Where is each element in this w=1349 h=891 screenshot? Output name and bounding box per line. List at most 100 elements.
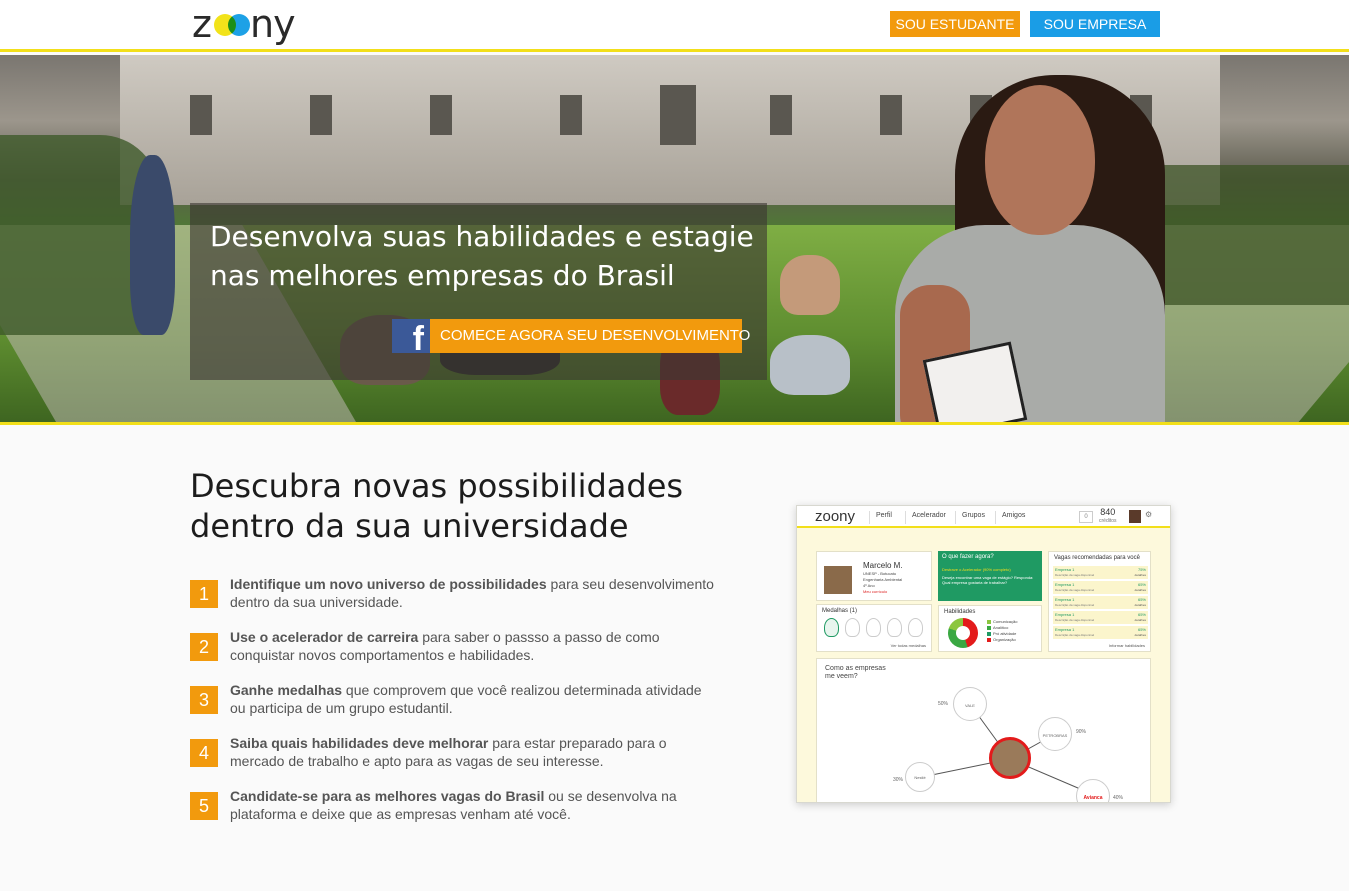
logo-blue-circle [228, 14, 250, 36]
legend-item: Organização [987, 637, 1017, 643]
step-text: Saiba quais habilidades deve melhorar pa… [230, 734, 720, 770]
vaga-detail: detalhes [1134, 633, 1146, 637]
company-brand: Nestlé [914, 775, 926, 780]
action-title: O que fazer agora? [942, 554, 994, 560]
vaga-desc: Descrição da vaga disponível [1055, 573, 1095, 577]
step-item: 2 Use o acelerador de carreira para sabe… [190, 628, 730, 679]
section-title: Descubra novas possibilidades dentro da … [190, 467, 684, 545]
step-item: 4 Saiba quais habilidades deve melhorar … [190, 734, 730, 785]
facebook-icon: f [392, 319, 430, 353]
step-highlight: Ganhe medalhas [230, 682, 343, 698]
company-brand: Avianca [1083, 795, 1103, 801]
vaga-item: Empresa 1 Descrição da vaga disponível 65%… [1053, 581, 1148, 594]
mock-vagas-card: Vagas recomendadas para você Empresa 1 De… [1048, 551, 1151, 652]
step-item: 1 Identifique um novo universo de possib… [190, 575, 730, 626]
building-window [310, 95, 332, 135]
company-node-petrobras: PETROBRAS [1038, 717, 1072, 751]
top-header: z ny SOU ESTUDANTE SOU EMPRESA [0, 0, 1349, 52]
company-node-nestle: Nestlé [905, 762, 935, 792]
credits-label: créditos [1099, 518, 1117, 524]
vaga-item: Empresa 1 Descrição da vaga disponível 65%… [1053, 596, 1148, 609]
vaga-desc: Descrição da vaga disponível [1055, 588, 1095, 592]
vaga-name: Empresa 1 [1055, 627, 1075, 632]
comece-agora-button[interactable]: f COMECE AGORA SEU DESENVOLVIMENTO [392, 319, 750, 353]
step-highlight: Saiba quais habilidades deve melhorar [230, 735, 489, 751]
vaga-detail: detalhes [1134, 603, 1146, 607]
legend-label: Organização [993, 637, 1016, 642]
medals-link: Ver todas medalhas [890, 643, 926, 648]
vagas-link: Informar habilidades [1108, 643, 1145, 648]
cta-label: COMECE AGORA SEU DESENVOLVIMENTO [440, 327, 751, 344]
step-highlight: Identifique um novo universo de possibil… [230, 576, 547, 592]
legend-swatch [987, 619, 991, 624]
step-number: 5 [190, 792, 218, 820]
legend-label: Pró atividade [993, 631, 1017, 636]
step-number: 2 [190, 633, 218, 661]
vaga-desc: Descrição da vaga disponível [1055, 603, 1095, 607]
student-sitting [770, 335, 850, 395]
legend-label: Comunicação [993, 619, 1018, 624]
building-window [190, 95, 212, 135]
mock-action-card: O que fazer agora? Destrave o Acelerador… [938, 551, 1042, 601]
mock-medals-card: Medalhas (1) Ver todas medalhas [816, 604, 932, 652]
profile-line: Meu currículo [863, 589, 888, 594]
student-sitting [780, 255, 840, 315]
vaga-item: Empresa 1 Descrição da vaga disponível 65%… [1053, 626, 1148, 639]
sou-empresa-button[interactable]: SOU EMPRESA [1030, 11, 1160, 37]
logo-ny: ny [250, 2, 296, 46]
step-text: Use o acelerador de carreira para saber … [230, 628, 720, 664]
step-text: Candidate-se para as melhores vagas do B… [230, 787, 720, 823]
mock-logo: zoony [815, 508, 856, 525]
building-window [770, 95, 792, 135]
action-status: Destrave o Acelerador (90% completo) [942, 567, 1011, 572]
mock-profile-name: Marcelo M. [863, 561, 903, 570]
company-pct: 90% [1076, 729, 1087, 735]
student-walking [130, 155, 175, 335]
vaga-pct: 65% [1137, 627, 1146, 632]
skills-donut-chart [948, 618, 978, 648]
step-text: Identifique um novo universo de possibil… [230, 575, 720, 611]
step-number: 4 [190, 739, 218, 767]
skills-title: Habilidades [944, 609, 976, 615]
medals-title: Medalhas (1) [822, 608, 858, 614]
mock-notification-count: 0 [1079, 511, 1093, 523]
building-door [660, 85, 696, 145]
mock-nav-amigos: Amigos [995, 511, 1025, 524]
step-highlight: Candidate-se para as melhores vagas do B… [230, 788, 545, 804]
logo-z: z [192, 2, 212, 46]
vaga-item: Empresa 1 Descrição da vaga disponível 65%… [1053, 611, 1148, 624]
building-window [560, 95, 582, 135]
legend-swatch [987, 637, 991, 642]
step-item: 5 Candidate-se para as melhores vagas do… [190, 787, 730, 838]
vaga-pct: 65% [1137, 597, 1146, 602]
vaga-name: Empresa 1 [1055, 597, 1075, 602]
gear-icon: ⚙ [1145, 510, 1153, 519]
hero-banner: Desenvolva suas habilidades e estagie na… [0, 55, 1349, 422]
medal-icon [908, 618, 923, 637]
step-number: 1 [190, 580, 218, 608]
building-window [880, 95, 902, 135]
vaga-name: Empresa 1 [1055, 567, 1075, 572]
company-node-vale: VALE [953, 687, 987, 721]
mock-credits: 840 créditos [1099, 508, 1117, 526]
medal-icon [824, 618, 839, 637]
vagas-title: Vagas recomendadas para você [1054, 555, 1140, 561]
mock-nav-grupos: Grupos [955, 511, 985, 524]
credits-value: 840 [1100, 507, 1116, 517]
mock-profile-info: UNESP - Botucatu Engenharia Ambiental 4º… [863, 571, 902, 595]
vaga-name: Empresa 1 [1055, 582, 1075, 587]
app-preview-screenshot: zoony Perfil Acelerador Grupos Amigos 0 … [796, 505, 1171, 803]
company-pct: 40% [1113, 795, 1124, 801]
hero-divider [0, 422, 1349, 425]
vaga-detail: detalhes [1134, 573, 1146, 577]
step-item: 3 Ganhe medalhas que comprovem que você … [190, 682, 730, 732]
zoony-logo[interactable]: z ny [192, 2, 296, 46]
vaga-detail: detalhes [1134, 618, 1146, 622]
sou-estudante-button[interactable]: SOU ESTUDANTE [890, 11, 1020, 37]
medal-icon [845, 618, 860, 637]
step-highlight: Use o acelerador de carreira [230, 629, 419, 645]
user-avatar-node [989, 737, 1031, 779]
action-text: Deseja encontrar uma vaga de estágio? Re… [942, 575, 1034, 585]
mock-nav-acelerador: Acelerador [905, 511, 946, 524]
building-window [430, 95, 452, 135]
